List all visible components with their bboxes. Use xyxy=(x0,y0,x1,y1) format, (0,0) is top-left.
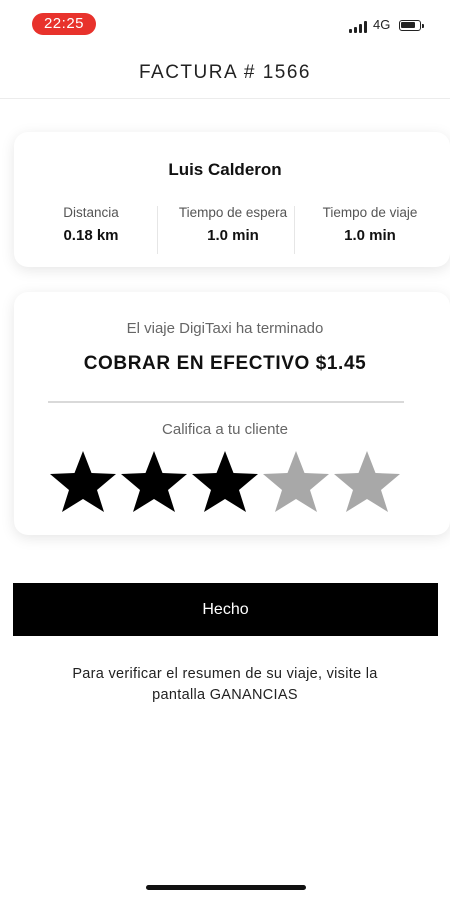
distance-value: 0.18 km xyxy=(63,227,119,244)
wait-time-stat: Tiempo de espera 1.0 min xyxy=(163,204,303,245)
home-indicator xyxy=(146,885,306,890)
star-icon-1[interactable] xyxy=(46,449,120,513)
distance-label: Distancia xyxy=(63,205,119,220)
header: FACTURA # 1566 xyxy=(0,48,450,99)
info-line-2: pantalla GANANCIAS xyxy=(152,687,298,703)
client-name: Luis Calderon xyxy=(168,160,282,179)
done-button[interactable]: Hecho xyxy=(13,583,438,636)
trip-time-value: 1.0 min xyxy=(344,227,396,244)
page-title: FACTURA # 1566 xyxy=(138,62,312,83)
status-bar: 22:25 4G xyxy=(0,0,450,44)
divider xyxy=(48,401,404,403)
battery-icon xyxy=(399,20,424,31)
cash-charge-amount: COBRAR EN EFECTIVO $1.45 xyxy=(83,353,367,374)
wait-time-label: Tiempo de espera xyxy=(178,205,288,220)
star-icon-5[interactable] xyxy=(330,449,404,513)
stat-divider xyxy=(294,206,295,254)
wait-time-value: 1.0 min xyxy=(207,227,259,244)
trip-summary-card: Luis Calderon Distancia 0.18 km Tiempo d… xyxy=(14,132,450,267)
trip-time-stat: Tiempo de viaje 1.0 min xyxy=(300,204,440,245)
distance-stat: Distancia 0.18 km xyxy=(21,204,161,245)
trip-finished-text: El viaje DigiTaxi ha terminado xyxy=(126,320,324,337)
star-icon-3[interactable] xyxy=(188,449,262,513)
stat-divider xyxy=(157,206,158,254)
rating-stars xyxy=(46,449,406,513)
earnings-info-text: Para verificar el resumen de su viaje, v… xyxy=(20,664,430,706)
info-line-1: Para verificar el resumen de su viaje, v… xyxy=(72,666,378,682)
status-time: 22:25 xyxy=(32,13,96,35)
payment-card: El viaje DigiTaxi ha terminado COBRAR EN… xyxy=(14,292,450,535)
cellular-signal-icon xyxy=(349,21,369,33)
star-icon-4[interactable] xyxy=(259,449,333,513)
star-icon-2[interactable] xyxy=(117,449,191,513)
trip-time-label: Tiempo de viaje xyxy=(322,205,418,220)
network-type: 4G xyxy=(373,17,391,32)
rate-client-label: Califica a tu cliente xyxy=(162,421,288,438)
